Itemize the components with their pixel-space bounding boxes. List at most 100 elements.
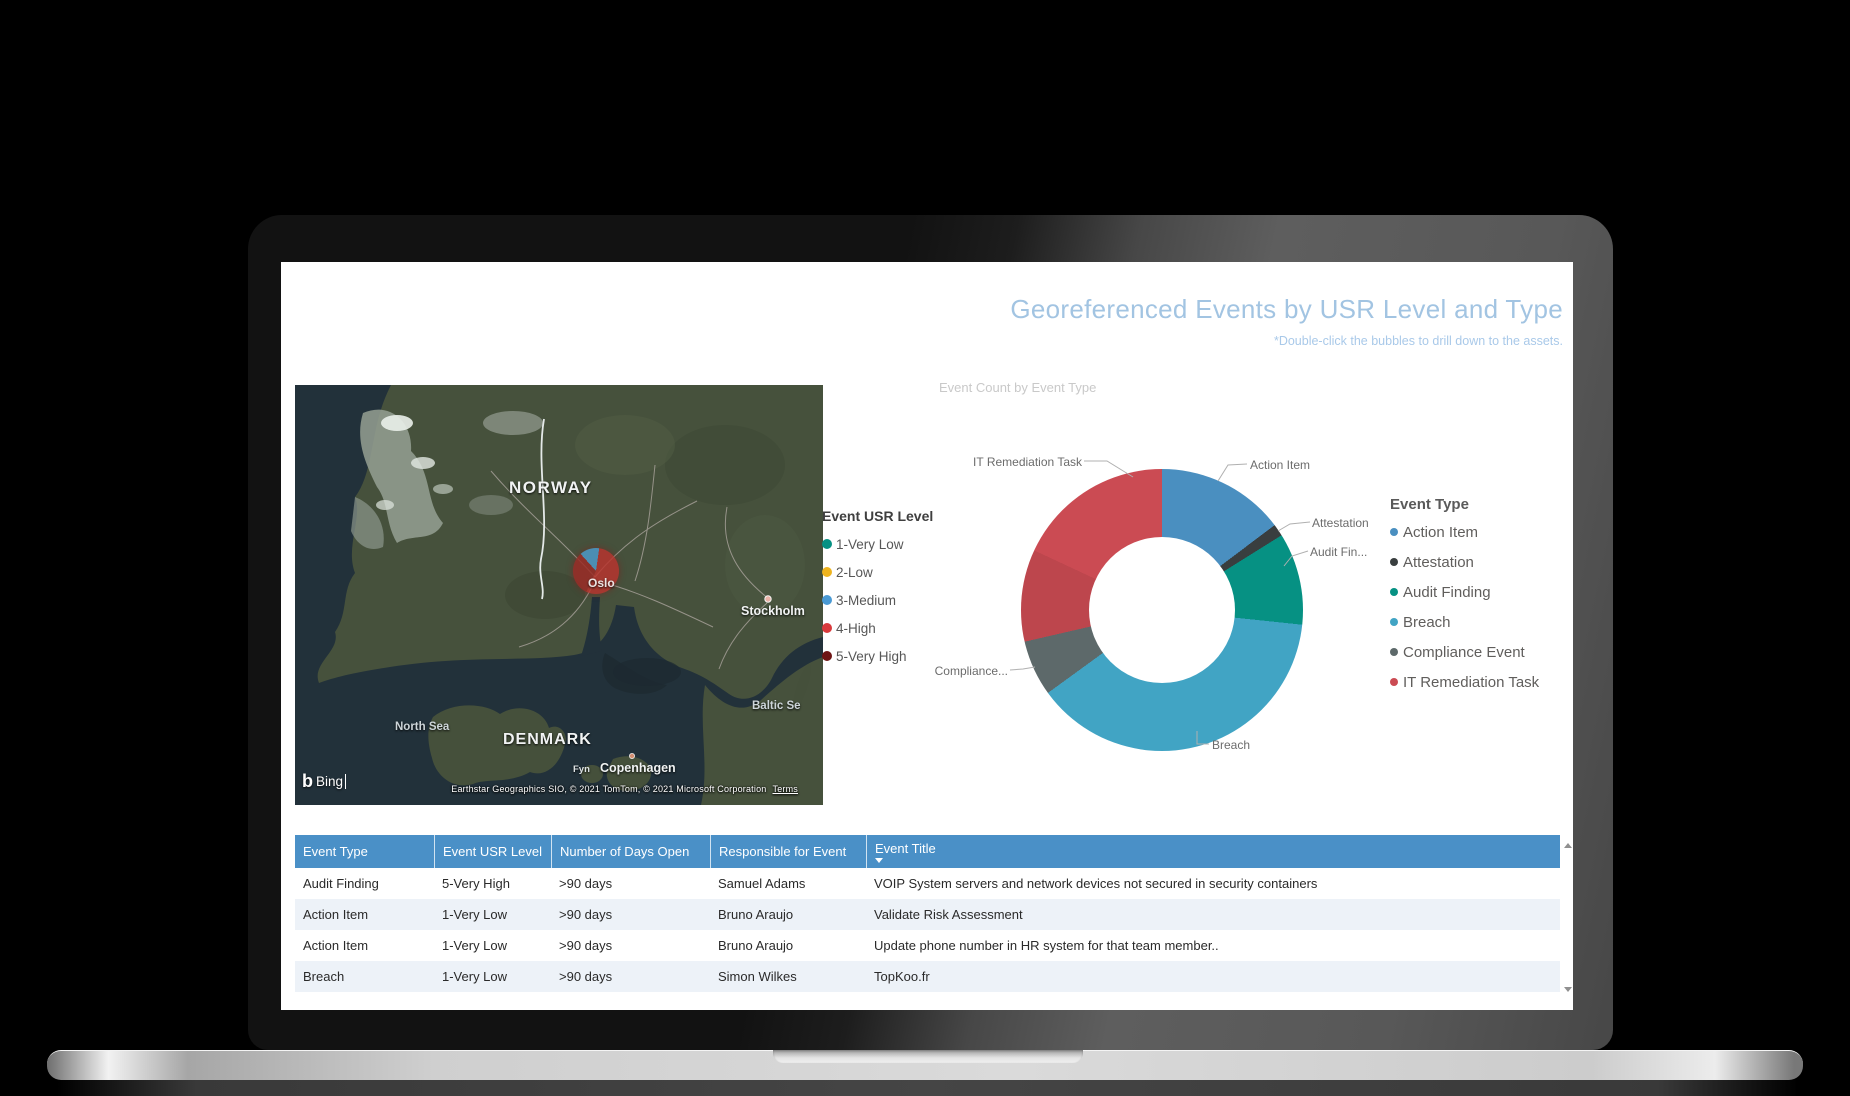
column-header-label: Event Title [875,840,936,856]
usr-legend-label: 2-Low [836,564,873,580]
usr-legend-label: 3-Medium [836,592,897,608]
map-label-north-sea: North Sea [395,721,450,733]
terms-link[interactable]: Terms [773,784,799,794]
laptop-screen-bezel: Georeferenced Events by USR Level and Ty… [248,215,1613,1050]
table-header-row: Event Type Event USR Level Number of Days … [295,835,1560,868]
sort-descending-icon[interactable] [875,857,883,863]
table-cell: Bruno Araujo [718,907,794,922]
type-legend-label: Audit Finding [1403,583,1491,601]
map-attribution: Earthstar Geographics SIO, © 2021 TomTom… [451,784,798,794]
map-label-fyn: Fyn [573,764,590,775]
usr-legend-item[interactable]: 1-Very Low [822,530,977,558]
legend-dot-icon [822,595,832,605]
table-cell: Samuel Adams [718,876,806,891]
type-legend-item[interactable]: Action Item [1390,517,1570,547]
legend-dot-icon [822,651,832,661]
table-cell: 1-Very Low [442,907,508,922]
bing-map-visual[interactable]: NORWAY DENMARK North Sea Baltic Se Stock… [295,385,823,805]
column-header-event-usr-level[interactable]: Event USR Level [434,835,551,868]
type-legend-label: Breach [1403,613,1451,631]
donut-label-attestation: Attestation [1312,516,1369,530]
table-cell: Validate Risk Assessment [874,907,1023,922]
table-cell: Action Item [303,938,369,953]
donut-label-it-remediation: IT Remediation Task [973,455,1082,469]
table-cell: >90 days [559,969,613,984]
map-label-norway: NORWAY [509,478,593,497]
donut-hole [1089,537,1235,683]
table-cell: >90 days [559,938,613,953]
map-label-oslo: Oslo [588,576,615,590]
table-cell: 5-Very High [442,876,510,891]
page-subtitle: *Double-click the bubbles to drill down … [1273,334,1563,348]
table-cell: Update phone number in HR system for tha… [874,938,1219,953]
usr-legend-item[interactable]: 2-Low [822,558,977,586]
table-scroll-up-icon[interactable] [1564,843,1572,848]
table-cell: Bruno Araujo [718,938,794,953]
type-legend-item[interactable]: IT Remediation Task [1390,667,1570,697]
type-legend-label: Attestation [1403,553,1474,571]
column-header-label: Responsible for Event [719,844,847,859]
column-header-label: Event Type [303,844,368,859]
column-header-number-of-days-open[interactable]: Number of Days Open [551,835,710,868]
usr-level-legend: Event USR Level 1-Very Low 2-Low 3-Medium 4… [822,508,977,670]
events-table: Event Type Event USR Level Number of Days … [295,835,1560,992]
table-cell: VOIP System servers and network devices … [874,876,1318,891]
table-row[interactable]: Breach 1-Very Low >90 days Simon Wilkes TopK… [295,961,1560,992]
type-legend-label: IT Remediation Task [1403,673,1540,691]
table-cell: 1-Very Low [442,969,508,984]
column-header-event-type[interactable]: Event Type [295,835,434,868]
table-row[interactable]: Action Item 1-Very Low >90 days Bruno Arauj… [295,930,1560,961]
table-cell: Audit Finding [303,876,379,891]
usr-legend-title: Event USR Level [822,508,934,524]
dashboard-canvas: Georeferenced Events by USR Level and Ty… [281,262,1573,1010]
table-cell: 1-Very Low [442,938,508,953]
bing-logo: b Bing [302,771,347,791]
donut-label-breach: Breach [1212,738,1251,752]
legend-dot-icon [1390,588,1398,596]
usr-legend-label: 1-Very Low [836,536,904,552]
laptop-base-shadow [57,1080,1798,1096]
donut-label-audit-finding: Audit Fin... [1310,545,1368,559]
donut-label-action-item: Action Item [1250,458,1311,472]
type-legend-item[interactable]: Breach [1390,607,1570,637]
donut-label-compliance: Compliance... [934,664,1008,678]
table-cell: Action Item [303,907,369,922]
legend-dot-icon [822,567,832,577]
column-header-event-title[interactable]: Event Title [866,835,1560,868]
table-row[interactable]: Audit Finding 5-Very High >90 days Samuel A… [295,868,1560,899]
column-header-label: Event USR Level [443,844,542,859]
usr-legend-item[interactable]: 4-High [822,614,977,642]
legend-dot-icon [822,623,832,633]
type-legend-item[interactable]: Attestation [1390,547,1570,577]
table-cell: Simon Wilkes [718,969,797,984]
map-label-denmark: DENMARK [503,731,592,748]
column-header-responsible-for-event[interactable]: Responsible for Event [710,835,866,868]
legend-dot-icon [1390,558,1398,566]
laptop-lid-notch [773,1050,1083,1063]
type-legend-title: Event Type [1390,496,1469,513]
table-cell: Breach [303,969,345,984]
type-legend-label: Action Item [1403,523,1479,541]
type-legend-item[interactable]: Audit Finding [1390,577,1570,607]
map-label-baltic-sea: Baltic Se [752,700,801,712]
type-legend-item[interactable]: Compliance Event [1390,637,1570,667]
donut-chart-title: Event Count by Event Type [939,380,1097,395]
table-scroll-down-icon[interactable] [1564,987,1572,992]
page-title: Georeferenced Events by USR Level and Ty… [1010,294,1563,324]
column-header-label: Number of Days Open [560,844,690,859]
table-row[interactable]: Action Item 1-Very Low >90 days Bruno Arauj… [295,899,1560,930]
table-cell: >90 days [559,876,613,891]
legend-dot-icon [1390,678,1398,686]
map-label-copenhagen: Copenhagen [600,761,676,775]
table-cell: TopKoo.fr [874,969,930,984]
bing-b-icon: b [302,771,313,791]
usr-legend-label: 5-Very High [836,648,907,664]
table-cell: >90 days [559,907,613,922]
legend-dot-icon [822,539,832,549]
type-legend-label: Compliance Event [1403,643,1525,661]
map-label-stockholm: Stockholm [741,604,805,618]
usr-legend-item[interactable]: 3-Medium [822,586,977,614]
legend-dot-icon [1390,528,1398,536]
event-count-donut-chart[interactable] [1021,469,1303,751]
legend-dot-icon [1390,648,1398,656]
